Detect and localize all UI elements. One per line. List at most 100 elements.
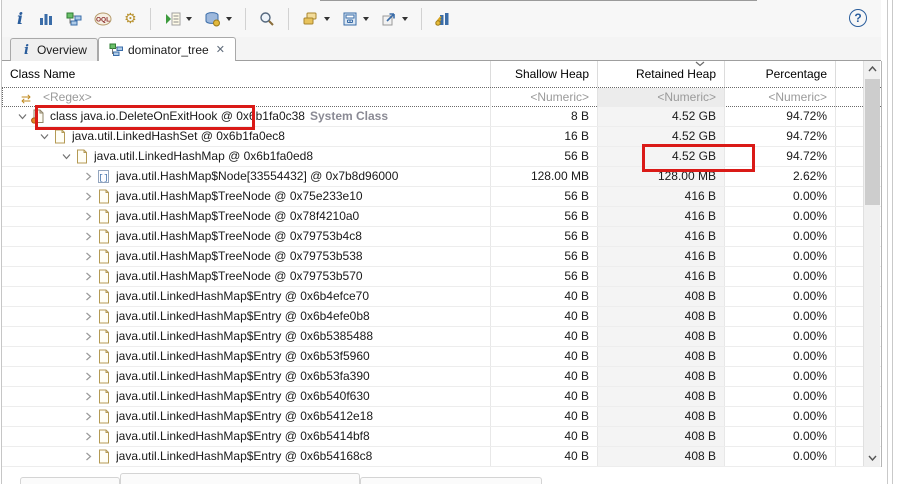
chevron-right-icon[interactable] bbox=[80, 289, 96, 305]
row-spacer bbox=[836, 267, 864, 286]
row-spacer bbox=[836, 427, 864, 446]
vertical-scrollbar[interactable] bbox=[863, 61, 880, 466]
export-button[interactable] bbox=[377, 8, 412, 30]
export-icon bbox=[382, 12, 395, 25]
table-row[interactable]: java.util.HashMap$TreeNode @ 0x79753b570… bbox=[2, 267, 881, 287]
chevron-right-icon[interactable] bbox=[80, 189, 96, 205]
percentage-cell: 0.00% bbox=[725, 267, 836, 286]
chevron-down-icon[interactable] bbox=[58, 149, 74, 165]
class-name-cell: java.util.LinkedHashMap$Entry @ 0x6b5416… bbox=[2, 447, 491, 466]
chevron-right-icon[interactable] bbox=[80, 269, 96, 285]
table-row[interactable]: java.util.HashMap$TreeNode @ 0x78f4210a0… bbox=[2, 207, 881, 227]
table-row[interactable]: java.util.LinkedHashMap$Entry @ 0x6b5412… bbox=[2, 407, 881, 427]
table-row[interactable]: java.util.HashMap$TreeNode @ 0x79753b4c8… bbox=[2, 227, 881, 247]
compare-heap-dump-button[interactable] bbox=[431, 8, 455, 30]
dropdown-arrow-icon[interactable] bbox=[323, 16, 330, 21]
scroll-down-button[interactable] bbox=[864, 450, 881, 466]
table-row[interactable]: java.util.LinkedHashMap$Entry @ 0x6b5385… bbox=[2, 327, 881, 347]
chevron-right-icon[interactable] bbox=[80, 209, 96, 225]
table-row[interactable]: java.util.LinkedHashMap$Entry @ 0x6b540f… bbox=[2, 387, 881, 407]
shallow-heap-cell: 8 B bbox=[491, 107, 598, 126]
class-name-cell: java.util.LinkedHashMap$Entry @ 0x6b5414… bbox=[2, 427, 491, 446]
table-row[interactable]: java.util.LinkedHashMap$Entry @ 0x6b53f5… bbox=[2, 347, 881, 367]
info-button[interactable]: i bbox=[10, 8, 30, 30]
object-label: java.util.LinkedHashMap$Entry @ 0x6b53fa… bbox=[116, 369, 370, 383]
row-spacer bbox=[836, 147, 864, 166]
table-row[interactable]: java.util.LinkedHashMap$Entry @ 0x6b53fa… bbox=[2, 367, 881, 387]
histogram-button[interactable] bbox=[34, 8, 58, 30]
row-spacer bbox=[836, 387, 864, 406]
close-icon[interactable]: ✕ bbox=[216, 43, 225, 56]
chevron-right-icon[interactable] bbox=[80, 369, 96, 385]
retained-heap-filter-input[interactable]: <Numeric> bbox=[598, 87, 725, 107]
retained-heap-cell: 408 B bbox=[598, 347, 725, 366]
class-name-cell: java.util.LinkedHashMap$Entry @ 0x6b53fa… bbox=[2, 367, 491, 386]
search-button[interactable] bbox=[255, 8, 279, 30]
query-browser-button[interactable] bbox=[200, 8, 236, 30]
mat-window: i OQL ⚙ ? i Overview dominator_tree ✕ Cl… bbox=[1, 0, 882, 484]
scrollbar-thumb[interactable] bbox=[865, 79, 880, 205]
tab-dominator-tree[interactable]: dominator_tree ✕ bbox=[97, 37, 236, 62]
class-name-cell: java.util.LinkedHashMap$Entry @ 0x6b4efc… bbox=[2, 287, 491, 306]
class-name-cell: java.util.HashMap$TreeNode @ 0x75e233e10 bbox=[2, 187, 491, 206]
shallow-heap-cell: 56 B bbox=[491, 147, 598, 166]
group-result-button[interactable] bbox=[298, 8, 334, 30]
table-row[interactable]: java.util.HashMap$TreeNode @ 0x75e233e10… bbox=[2, 187, 881, 207]
percentage-cell: 0.00% bbox=[725, 387, 836, 406]
class-name-cell: java.util.LinkedHashMap$Entry @ 0x6b53f5… bbox=[2, 347, 491, 366]
dropdown-arrow-icon[interactable] bbox=[401, 16, 408, 21]
column-header-shallow-heap[interactable]: Shallow Heap bbox=[491, 61, 598, 87]
class-name-filter-input[interactable]: ⇄ <Regex> bbox=[2, 87, 491, 107]
table-row[interactable]: java.util.HashMap$TreeNode @ 0x79753b538… bbox=[2, 247, 881, 267]
chevron-right-icon[interactable] bbox=[80, 429, 96, 445]
tab-overview[interactable]: i Overview bbox=[10, 38, 98, 61]
calculator-button[interactable] bbox=[338, 8, 373, 30]
table-row[interactable]: [] java.util.HashMap$Node[33554432] @ 0x7… bbox=[2, 167, 881, 187]
chevron-down-icon[interactable] bbox=[14, 109, 30, 125]
column-header-percentage[interactable]: Percentage bbox=[725, 61, 836, 87]
shallow-heap-filter-input[interactable]: <Numeric> bbox=[491, 87, 598, 107]
table-row[interactable]: java.util.LinkedHashMap$Entry @ 0x6b4efe… bbox=[2, 307, 881, 327]
percentage-filter-input[interactable]: <Numeric> bbox=[725, 87, 836, 107]
chevron-right-icon[interactable] bbox=[80, 169, 96, 185]
row-spacer bbox=[836, 247, 864, 266]
chevron-right-icon[interactable] bbox=[80, 389, 96, 405]
column-header-class-name[interactable]: Class Name bbox=[2, 61, 491, 87]
table-row[interactable]: class java.io.DeleteOnExitHook @ 0x6b1fa… bbox=[2, 107, 881, 127]
chevron-right-icon[interactable] bbox=[80, 249, 96, 265]
chevron-right-icon[interactable] bbox=[80, 409, 96, 425]
object-label: java.util.HashMap$TreeNode @ 0x79753b4c8 bbox=[116, 229, 362, 243]
dropdown-arrow-icon[interactable] bbox=[185, 16, 192, 21]
chevron-right-icon[interactable] bbox=[80, 229, 96, 245]
customize-button[interactable]: ⚙ bbox=[120, 8, 141, 29]
sort-descending-icon bbox=[695, 61, 705, 67]
chevron-right-icon[interactable] bbox=[80, 349, 96, 365]
oql-button[interactable]: OQL bbox=[90, 8, 116, 30]
dropdown-arrow-icon[interactable] bbox=[362, 16, 369, 21]
row-spacer bbox=[836, 207, 864, 226]
table-row[interactable]: java.util.LinkedHashMap @ 0x6b1fa0ed8 56 … bbox=[2, 147, 881, 167]
chevron-down-icon[interactable] bbox=[36, 129, 52, 145]
run-expert-test-button[interactable] bbox=[160, 8, 196, 30]
object-icon bbox=[52, 129, 67, 144]
chevron-right-icon[interactable] bbox=[80, 449, 96, 465]
dominator-tree-button[interactable] bbox=[62, 8, 86, 30]
percentage-cell: 0.00% bbox=[725, 187, 836, 206]
toolbar-separator bbox=[287, 7, 289, 30]
histogram-icon bbox=[40, 13, 53, 25]
help-button[interactable]: ? bbox=[849, 9, 867, 27]
column-header-retained-heap[interactable]: Retained Heap bbox=[598, 61, 725, 87]
table-row[interactable]: java.util.LinkedHashMap$Entry @ 0x6b5414… bbox=[2, 427, 881, 447]
chevron-right-icon[interactable] bbox=[80, 329, 96, 345]
table-row[interactable]: java.util.LinkedHashSet @ 0x6b1fa0ec8 16 … bbox=[2, 127, 881, 147]
percentage-cell: 0.00% bbox=[725, 367, 836, 386]
table-row[interactable]: java.util.LinkedHashMap$Entry @ 0x6b4efc… bbox=[2, 287, 881, 307]
chevron-right-icon[interactable] bbox=[80, 309, 96, 325]
dominator-tree-table: Class Name Shallow Heap Retained Heap Pe… bbox=[2, 61, 882, 467]
table-row[interactable]: java.util.LinkedHashMap$Entry @ 0x6b5416… bbox=[2, 447, 881, 467]
retained-heap-cell: 416 B bbox=[598, 247, 725, 266]
dropdown-arrow-icon[interactable] bbox=[225, 16, 232, 21]
class-name-cell: java.util.LinkedHashMap @ 0x6b1fa0ed8 bbox=[2, 147, 491, 166]
info-icon: i bbox=[17, 8, 24, 28]
scroll-up-button[interactable] bbox=[864, 61, 881, 77]
